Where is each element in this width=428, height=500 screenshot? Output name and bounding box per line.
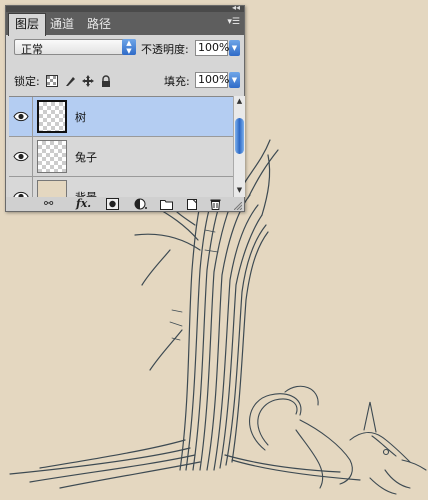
fill-dropdown-icon[interactable]: ▼ [229,72,240,88]
layers-list: 树 兔子 背景 [9,96,233,199]
lock-all-icon[interactable] [100,75,112,87]
visibility-eye-icon[interactable] [13,150,29,163]
collapse-icon[interactable]: ◂◂ [232,3,240,12]
lock-image-pixels-icon[interactable] [64,75,76,87]
trash-icon[interactable] [210,198,221,210]
new-group-icon[interactable] [160,198,173,210]
opacity-field[interactable]: 100% [195,40,229,56]
layer-row-rabbit[interactable]: 兔子 [9,137,233,177]
layer-row-background[interactable]: 背景 [9,177,233,198]
scrollbar-thumb[interactable] [235,118,244,154]
panel-tabs: 图层 通道 路径 ▾☰ [6,12,244,36]
opacity-label: 不透明度: [141,43,189,56]
resize-grip-icon[interactable] [234,202,242,210]
fx-label: fx [76,197,88,210]
fill-label: 填充: [164,75,190,88]
layer-separator [32,97,33,137]
opacity-dropdown-icon[interactable]: ▼ [229,40,240,56]
panel-footer: ⚯ fx. [6,197,244,211]
blend-mode-stepper-icon[interactable]: ▲ ▼ [122,39,136,55]
lock-position-icon[interactable] [82,75,94,87]
layer-name[interactable]: 树 [75,109,86,125]
tab-paths[interactable]: 路径 [81,14,117,34]
layer-separator [32,177,33,198]
link-layers-icon[interactable]: ⚯ [44,198,53,210]
layer-separator [32,137,33,177]
layer-thumbnail [37,140,67,173]
fill-field[interactable]: 100% [195,72,229,88]
tab-channels[interactable]: 通道 [44,14,80,34]
layer-row-tree[interactable]: 树 [9,97,233,137]
visibility-eye-icon[interactable] [13,110,29,123]
panel-menu-icon[interactable]: ▾☰ [227,17,240,27]
tab-layers[interactable]: 图层 [8,13,47,36]
adjustment-layer-icon[interactable] [134,198,148,210]
lock-transparent-pixels-icon[interactable] [46,75,58,87]
layer-name[interactable]: 兔子 [75,149,97,165]
layers-panel: ◂◂ 图层 通道 路径 ▾☰ 正常 ▲ ▼ 不透明度: 100% ▼ 锁定: 填充… [5,3,245,212]
new-layer-icon[interactable] [186,198,198,210]
scroll-down-arrow-icon[interactable]: ▼ [235,186,244,196]
blend-mode-select[interactable]: 正常 ▲ ▼ [14,39,136,56]
lock-label: 锁定: [14,75,40,88]
layers-scrollbar[interactable]: ▲ ▼ [233,96,245,197]
blend-mode-value: 正常 [21,43,43,56]
fx-icon[interactable]: fx. [76,198,91,210]
add-mask-icon[interactable] [106,198,119,210]
scroll-up-arrow-icon[interactable]: ▲ [235,97,244,107]
layer-thumbnail [37,100,67,133]
